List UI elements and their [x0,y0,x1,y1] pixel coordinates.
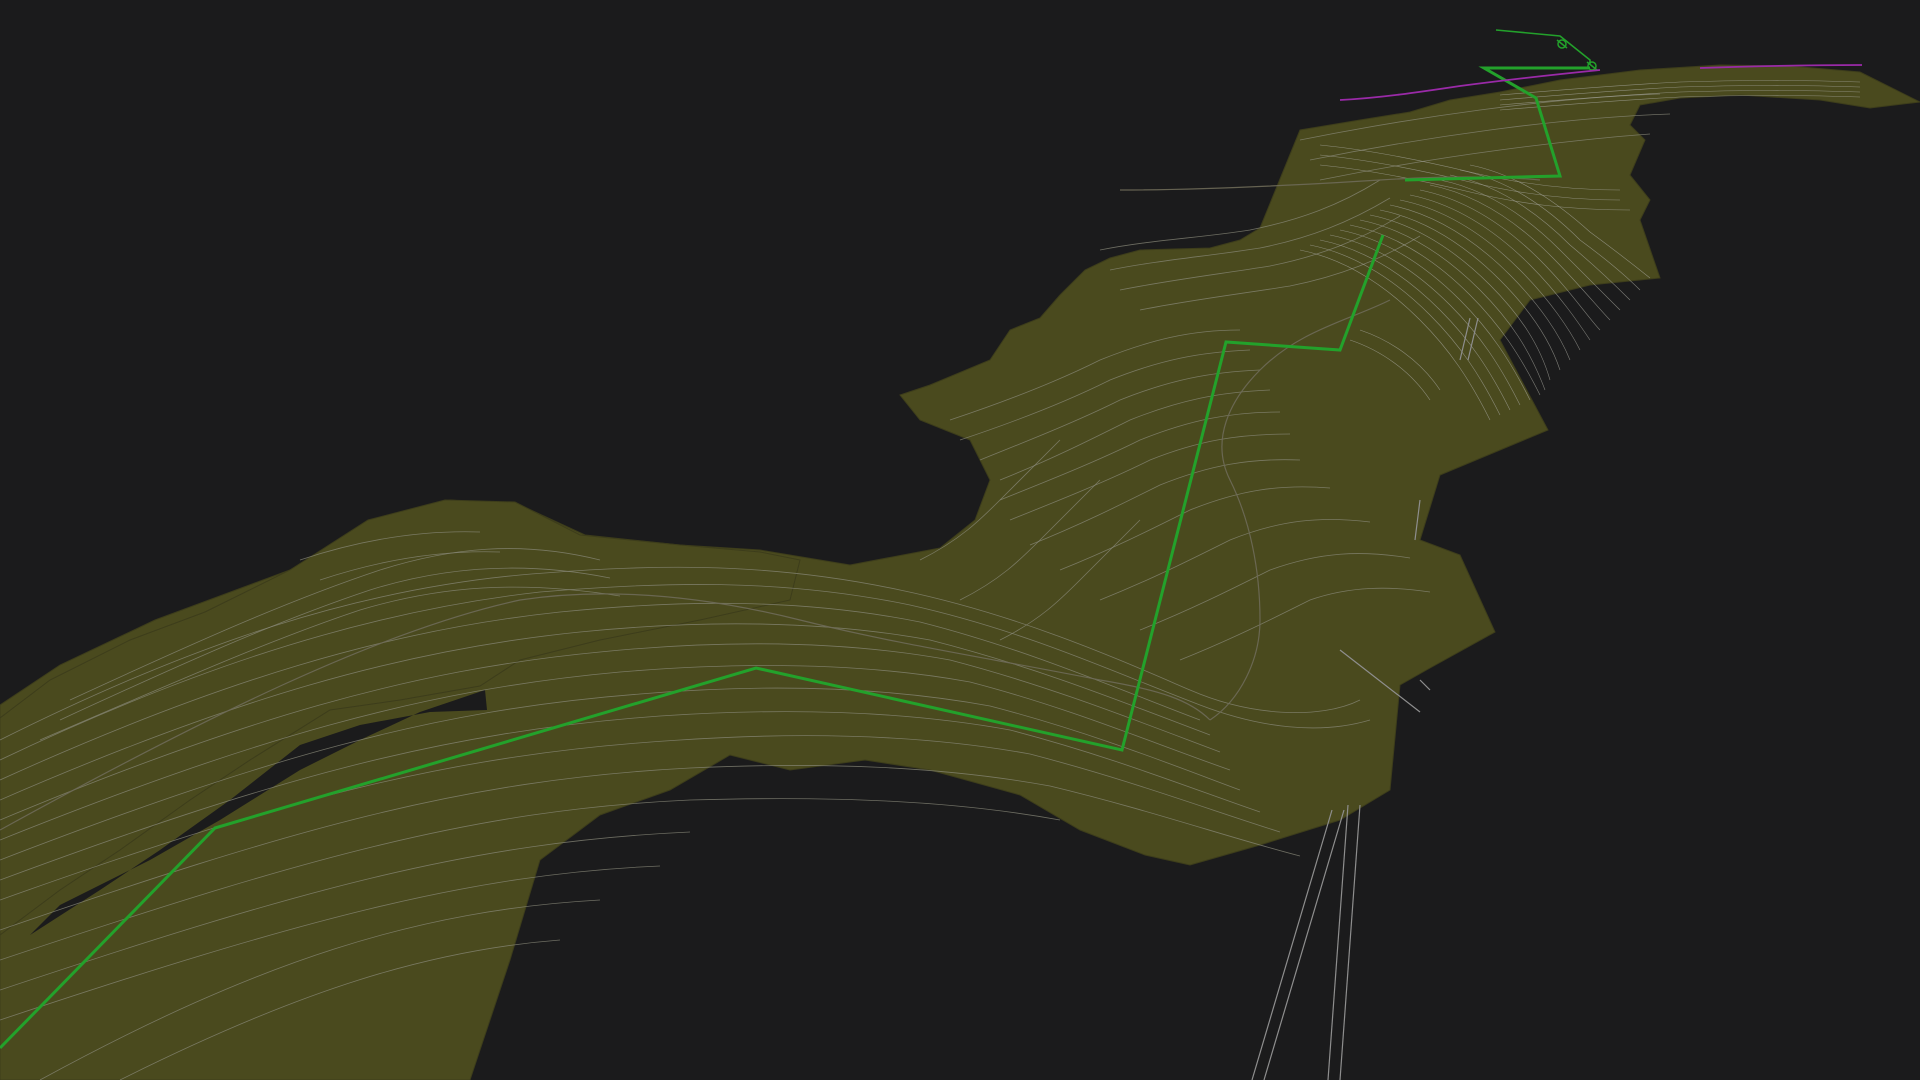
3d-viewport[interactable] [0,0,1920,1080]
terrain-surface [0,64,1920,1080]
alignment-markers [1556,39,1598,71]
terrain-scene[interactable] [0,0,1920,1080]
